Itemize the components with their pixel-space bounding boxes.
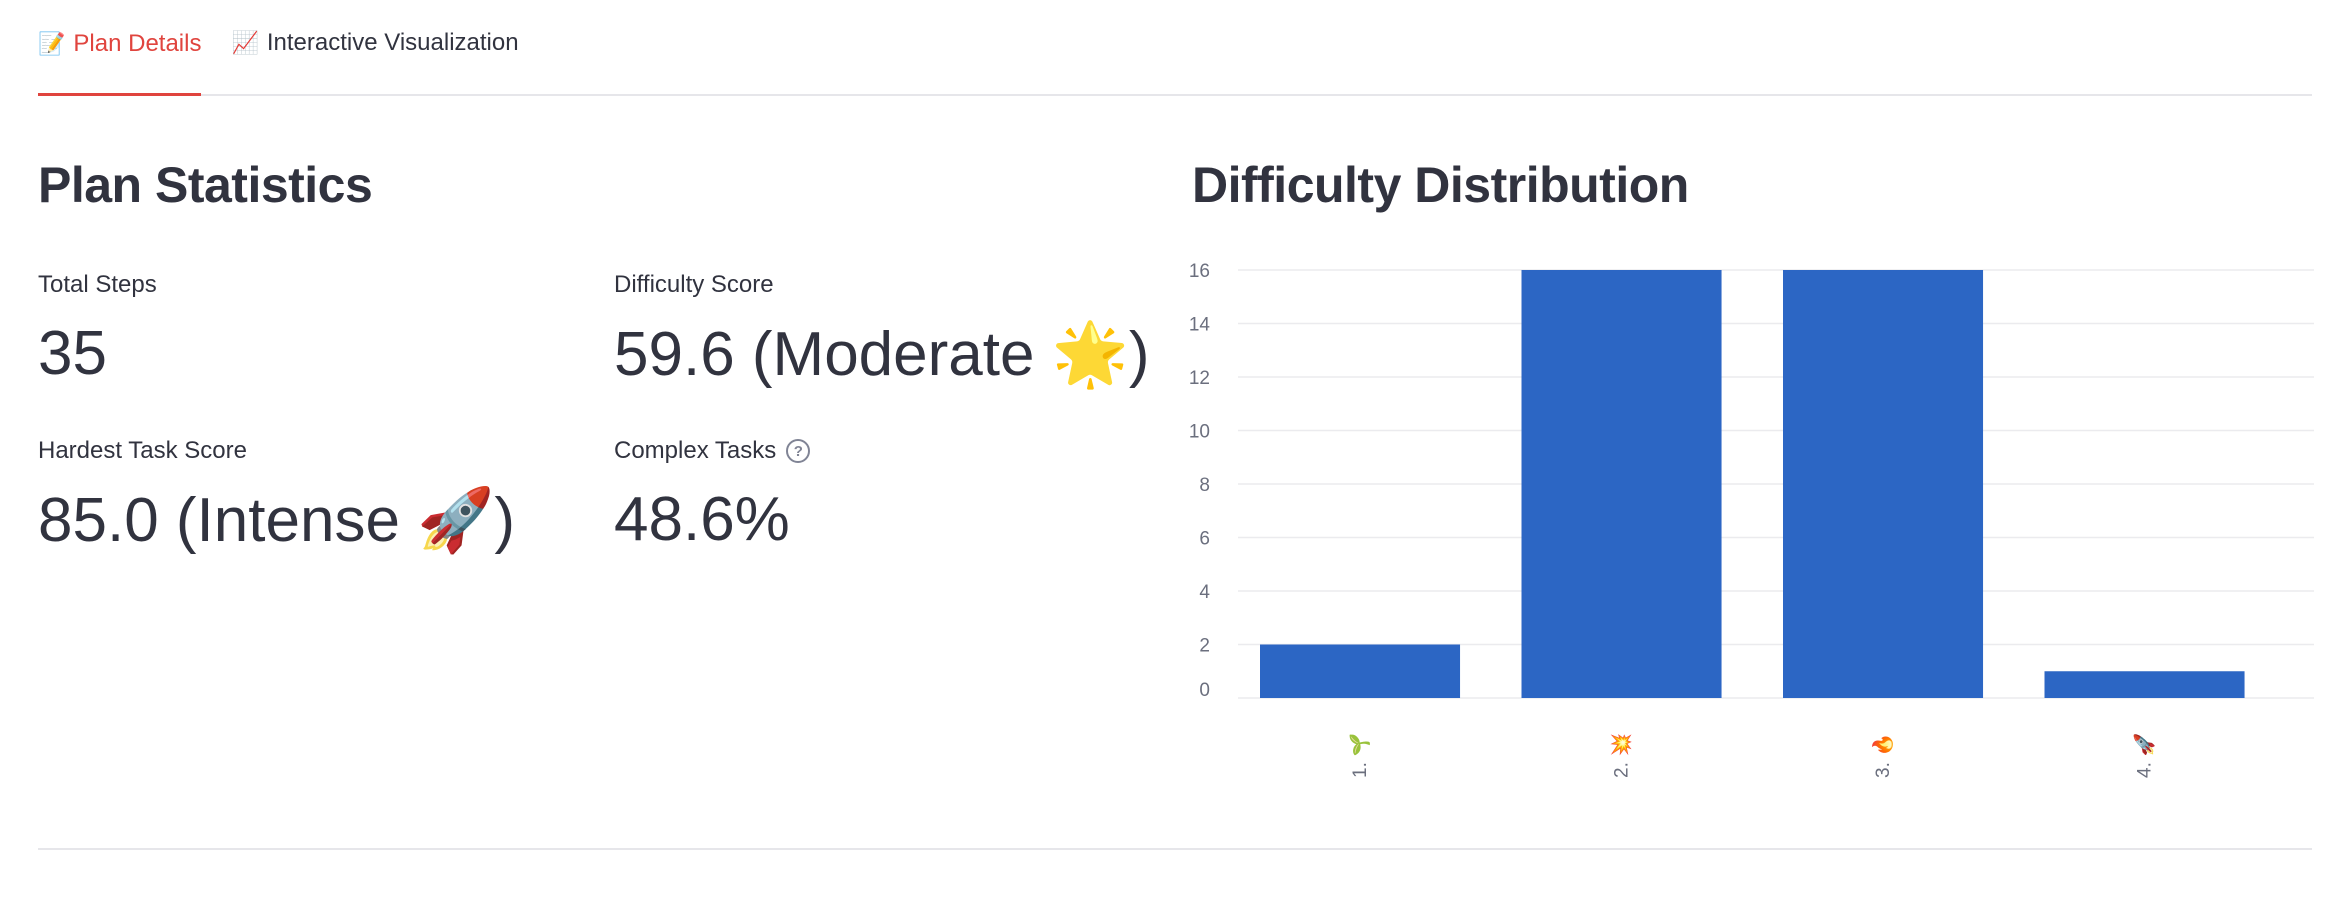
metric-value: 48.6% [614,485,790,554]
difficulty-distribution-chart[interactable]: 0 2 4 6 8 10 12 14 16 1. 🌱 2. 💥 3. 🔥 4. 🚀 [1184,240,2314,800]
y-tick-label: 10 [1189,422,1210,443]
question-circle-icon[interactable]: ? [786,439,811,463]
bar[interactable] [2044,671,2245,698]
bar[interactable] [1521,270,1722,698]
metric-label: Difficulty Score [614,271,774,298]
y-tick-label: 6 [1199,529,1210,550]
metric-value: 35 [38,319,107,388]
metric-complex-tasks: Complex Tasks ? 48.6% [614,436,811,555]
difficulty-distribution-heading: Difficulty Distribution [1192,157,1689,213]
y-tick-label: 4 [1199,582,1210,603]
tab-bar: 📝 Plan Details 📈 Interactive Visualizati… [38,0,2312,96]
tab-plan-details[interactable]: 📝 Plan Details [38,4,202,96]
y-tick-label: 16 [1189,261,1210,282]
metric-label: Hardest Task Score [38,437,247,464]
bar[interactable] [1260,644,1461,699]
metric-difficulty-score: Difficulty Score 59.6 (Moderate 🌟) [614,270,1150,391]
x-tick-label: 4. 🚀 [2133,733,2156,778]
bar[interactable] [1783,270,1984,698]
tab-label: Interactive Visualization [266,29,519,56]
x-tick-label: 2. 💥 [1610,733,1633,778]
y-tick-label: 0 [1199,680,1210,701]
y-tick-label: 2 [1199,636,1210,657]
memo-icon: 📝 [38,30,66,56]
metric-value: 85.0 (Intense 🚀) [38,486,515,555]
chart-increasing-icon: 📈 [231,30,259,55]
tab-label: Plan Details [73,29,202,57]
app-root: 📝 Plan Details 📈 Interactive Visualizati… [0,0,2340,906]
metric-label: Complex Tasks [614,437,777,464]
x-tick-label: 3. 🔥 [1871,733,1894,778]
bar-chart-svg: 0 2 4 6 8 10 12 14 16 1. 🌱 2. 💥 3. 🔥 4. 🚀 [1189,261,2314,778]
bottom-divider [38,848,2312,850]
metric-total-steps: Total Steps 35 [38,270,157,389]
tab-interactive-visualization[interactable]: 📈 Interactive Visualization [231,2,518,94]
metric-label-row: Complex Tasks ? [614,436,811,466]
x-tick-label: 1. 🌱 [1349,733,1371,778]
y-tick-label: 8 [1199,475,1210,496]
metric-value: 59.6 (Moderate 🌟) [614,320,1150,389]
y-tick-label: 12 [1189,368,1210,389]
metric-hardest-task-score: Hardest Task Score 85.0 (Intense 🚀) [38,436,515,557]
metric-label: Total Steps [38,271,157,298]
y-tick-label: 14 [1189,315,1211,336]
plan-statistics-heading: Plan Statistics [38,157,373,213]
